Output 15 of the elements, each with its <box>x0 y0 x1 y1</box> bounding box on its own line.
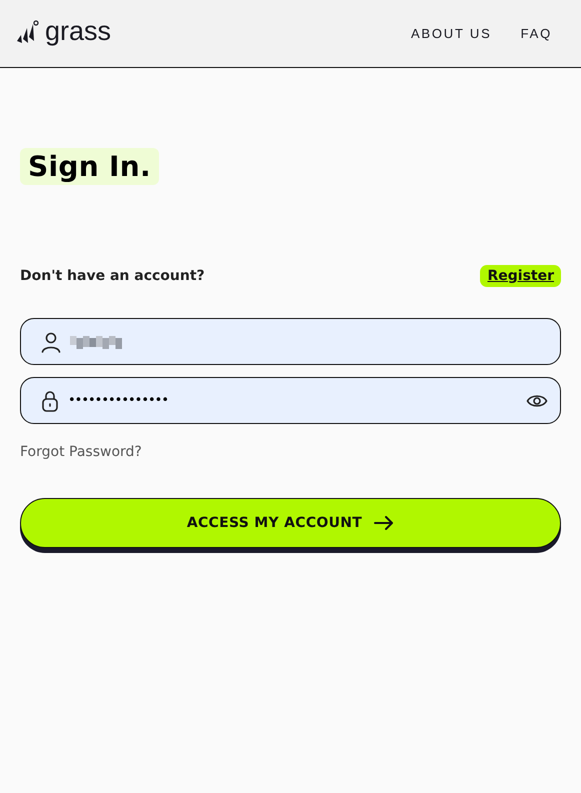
nav-link[interactable]: ABOUT US <box>410 26 492 41</box>
logo-icon <box>15 18 39 44</box>
account-prompt: Don't have an account? <box>20 268 205 284</box>
user-icon <box>40 330 62 352</box>
forgot-password-link[interactable]: Forgot Password? <box>20 444 142 460</box>
logo-text[interactable]: grass <box>45 16 112 47</box>
password-value: ••••••••••••••• <box>68 393 170 408</box>
username-field[interactable] <box>20 318 561 365</box>
arrow-right-icon <box>374 516 394 530</box>
nav-link[interactable]: FAQ <box>520 26 552 41</box>
eye-icon[interactable] <box>526 392 548 408</box>
page-title: Sign In. <box>20 148 159 185</box>
register-link[interactable]: Register <box>480 265 561 287</box>
lock-icon <box>40 390 60 412</box>
password-field[interactable]: ••••••••••••••• <box>20 377 561 424</box>
